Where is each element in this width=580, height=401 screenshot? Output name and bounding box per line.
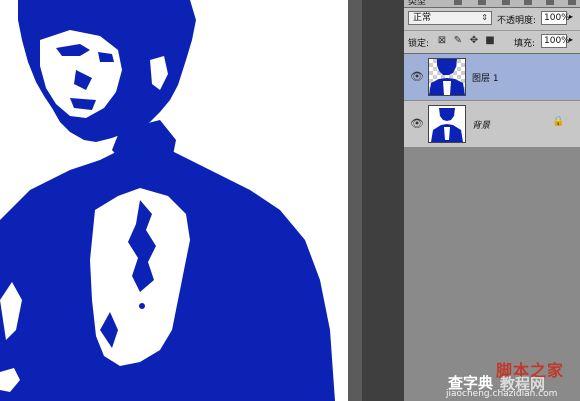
chevron-updown-icon: ⇕	[481, 13, 488, 22]
watermark-url: jiaocheng.chazidian.com	[446, 389, 558, 399]
filter-adjustment-icon[interactable]	[478, 0, 486, 5]
layers-list: 👁 图层 1 👁 背景 🔒	[404, 54, 580, 148]
lock-all-icon[interactable]: ■	[484, 35, 496, 47]
layer-row-background[interactable]: 👁 背景 🔒	[404, 101, 580, 148]
background-thumb-image	[431, 108, 463, 142]
panel-dock-strip	[362, 0, 405, 401]
filter-shape-icon[interactable]	[524, 0, 532, 5]
eye-icon[interactable]: 👁	[410, 117, 424, 131]
document-canvas[interactable]	[0, 0, 348, 401]
lock-position-icon[interactable]: ✥	[468, 35, 480, 47]
blend-mode-value: 正常	[413, 13, 432, 23]
opacity-label: 不透明度:	[497, 16, 537, 26]
lock-fill-row: 锁定: ⊠ ✎ ✥ ■ 填充: 100% ▸	[404, 31, 580, 54]
layer-name[interactable]: 背景	[472, 118, 490, 131]
filter-pixel-icon[interactable]	[454, 0, 462, 5]
filter-toggle-icon[interactable]	[568, 0, 576, 5]
fill-label: 填充:	[514, 39, 536, 49]
canvas-gutter	[348, 0, 362, 401]
lock-icon: 🔒	[552, 116, 565, 127]
opacity-slider-arrow-icon[interactable]: ▸	[569, 12, 573, 21]
layers-panel: 类型 正常 ⇕ 不透明度: 100% ▸ 锁定: ⊠ ✎ ✥ ■ 填充: 100…	[404, 0, 580, 401]
layer-thumbnail	[428, 58, 466, 96]
filter-kind-select[interactable]: 类型	[408, 0, 426, 7]
opacity-input[interactable]: 100%	[541, 11, 570, 25]
layer-filter-bar: 类型	[404, 0, 580, 8]
layer-thumbnail	[428, 105, 466, 143]
fill-slider-arrow-icon[interactable]: ▸	[569, 35, 573, 44]
blend-opacity-row: 正常 ⇕ 不透明度: 100% ▸	[404, 8, 580, 31]
layer-name[interactable]: 图层 1	[472, 71, 499, 84]
layer1-thumb-image	[429, 59, 465, 95]
fill-input[interactable]: 100%	[541, 34, 570, 48]
lock-label: 锁定:	[408, 39, 430, 49]
layer-row-layer1[interactable]: 👁 图层 1	[404, 54, 580, 101]
blend-mode-select[interactable]: 正常 ⇕	[408, 11, 492, 25]
eye-icon[interactable]: 👁	[410, 70, 424, 84]
portrait-image	[0, 0, 348, 401]
filter-type-icon[interactable]	[502, 0, 510, 5]
filter-smart-object-icon[interactable]	[546, 0, 554, 5]
lock-transparent-icon[interactable]: ⊠	[436, 35, 448, 47]
lock-paint-icon[interactable]: ✎	[452, 35, 464, 47]
